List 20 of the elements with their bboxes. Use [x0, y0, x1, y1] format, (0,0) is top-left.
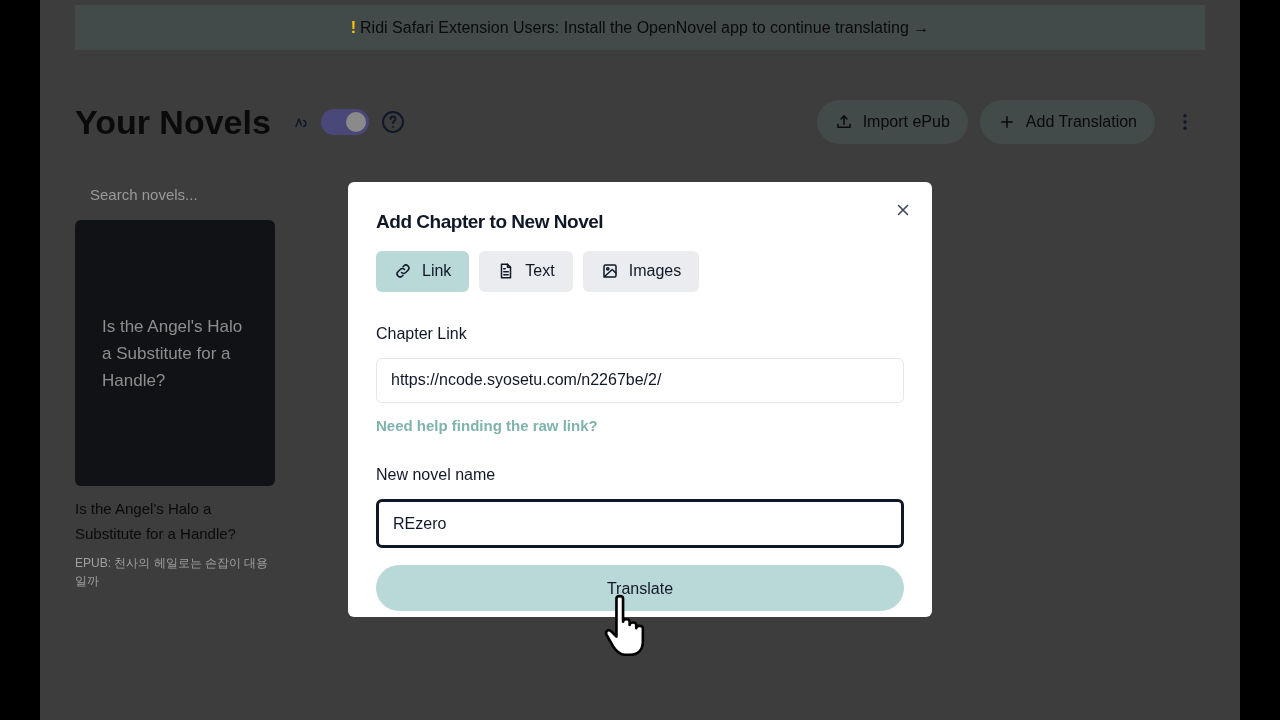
help-icon [380, 110, 405, 134]
toggle-switch[interactable] [320, 109, 369, 135]
tab[interactable]: Images [582, 250, 700, 292]
book-cover[interactable]: Is the Angel's Halo a Substitute for a Handle? [75, 220, 275, 486]
dialog-title: Add Chapter to New Novel [376, 210, 605, 234]
novel-subtitle: EPUB: 천사의 헤일로는 손잡이 대용일까 [75, 555, 270, 590]
tab[interactable]: Text [479, 250, 573, 292]
cover-title: Is the Angel's Halo a Substitute for a Handle? [102, 315, 244, 392]
search-field[interactable]: Search novels... [75, 174, 335, 214]
translate-button[interactable]: Translate [376, 565, 904, 611]
tab[interactable]: Link [376, 250, 470, 292]
input-field[interactable]: https://ncode.syosetu.com/n2267be/2/ [376, 357, 904, 403]
image-icon [600, 262, 619, 280]
link-icon [394, 262, 412, 280]
field-label: New novel name [376, 465, 497, 485]
more-icon [1183, 114, 1187, 130]
warning-icon: ! [350, 15, 357, 40]
input-field[interactable]: REzero [376, 499, 904, 548]
field-label: Chapter Link [376, 323, 468, 344]
upload-icon [834, 113, 853, 131]
